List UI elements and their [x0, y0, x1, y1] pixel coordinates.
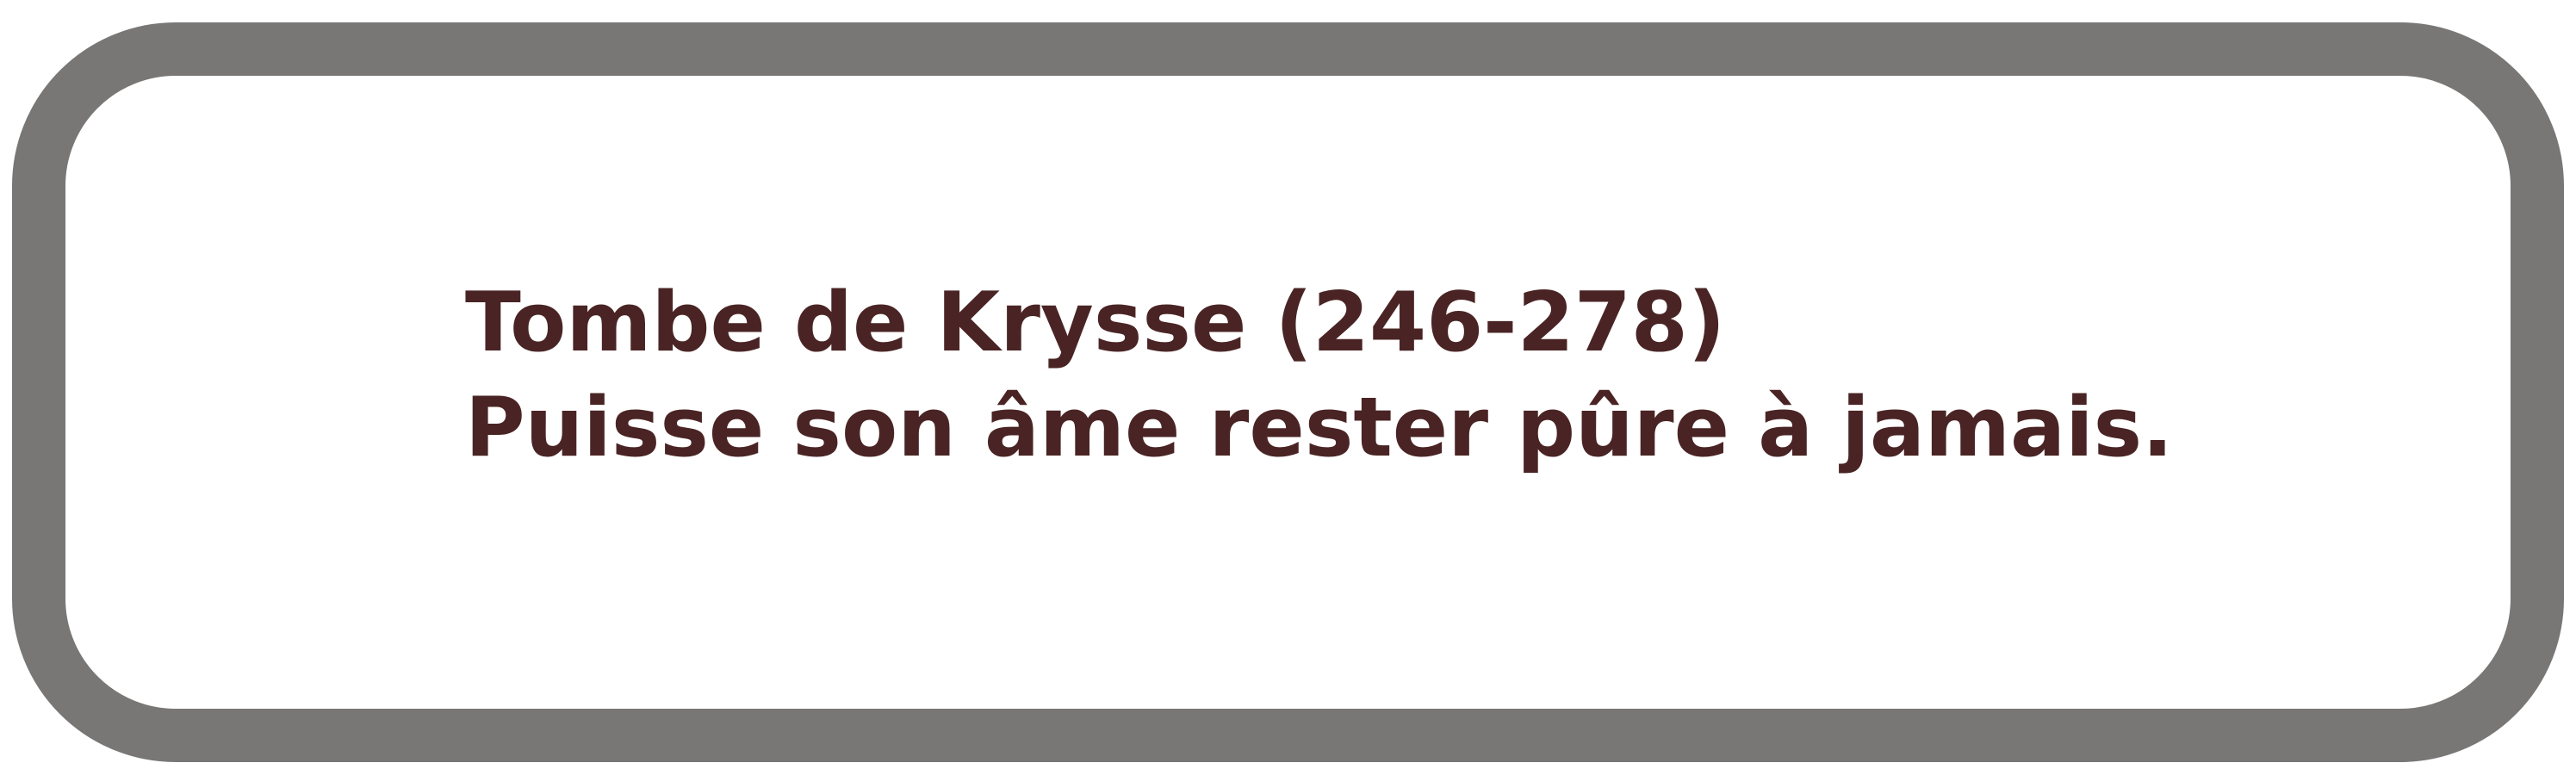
inscription-title: Tombe de Krysse (246-278)	[465, 276, 1726, 370]
plaque-inscription: Tombe de Krysse (246-278) Puisse son âme…	[465, 270, 2173, 481]
inscription-epitaph: Puisse son âme rester pûre à jamais.	[465, 381, 2174, 475]
